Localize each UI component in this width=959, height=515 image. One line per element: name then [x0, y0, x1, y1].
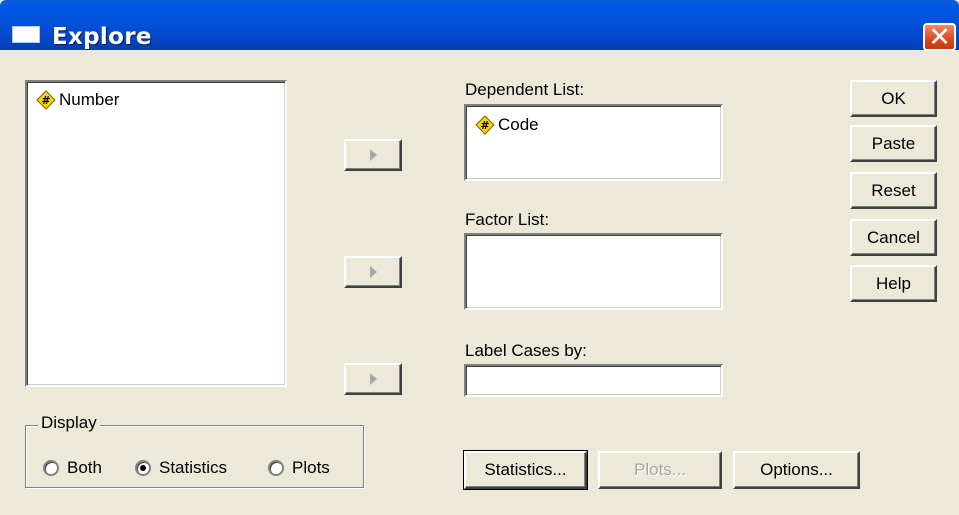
svg-text:#: #: [480, 119, 489, 132]
arrow-right-icon: [370, 266, 377, 278]
display-groupbox: [25, 425, 364, 488]
window-icon: [12, 26, 40, 43]
arrow-right-icon: [370, 373, 377, 385]
radio-label: Statistics: [159, 458, 228, 477]
list-item[interactable]: # Number: [36, 90, 119, 110]
display-group-title: Display: [38, 413, 100, 433]
plots-button[interactable]: Plots...: [598, 451, 722, 489]
help-button[interactable]: Help: [850, 265, 937, 302]
variable-label: Number: [59, 90, 120, 109]
ok-button[interactable]: OK: [850, 80, 937, 117]
label-cases-label: Label Cases by:: [465, 341, 587, 360]
numeric-variable-icon: #: [475, 115, 495, 135]
radio-both[interactable]: Both: [43, 458, 102, 478]
title-bar[interactable]: Explore ✕: [0, 0, 959, 53]
explore-dialog: Explore ✕ # Number Dependent List: # Cod…: [0, 0, 959, 515]
move-to-label-cases-button[interactable]: [344, 363, 402, 395]
radio-button[interactable]: [268, 460, 284, 476]
move-to-factor-button[interactable]: [344, 256, 402, 288]
statistics-button[interactable]: Statistics...: [463, 450, 588, 490]
list-item[interactable]: # Code: [475, 115, 539, 135]
radio-statistics[interactable]: Statistics: [135, 458, 227, 478]
paste-button[interactable]: Paste: [850, 125, 937, 162]
window-title: Explore: [52, 24, 152, 50]
factor-list-label: Factor List:: [465, 210, 550, 229]
radio-button[interactable]: [43, 460, 59, 476]
close-icon: ✕: [928, 22, 951, 53]
arrow-right-icon: [370, 149, 377, 161]
factor-list[interactable]: [464, 233, 723, 310]
reset-button[interactable]: Reset: [850, 172, 937, 209]
numeric-variable-icon: #: [36, 90, 56, 110]
radio-plots[interactable]: Plots: [268, 458, 330, 478]
radio-label: Both: [67, 458, 102, 477]
cancel-button[interactable]: Cancel: [850, 219, 937, 256]
variable-label: Code: [498, 115, 539, 134]
radio-button[interactable]: [135, 460, 151, 476]
svg-text:#: #: [41, 94, 50, 107]
radio-label: Plots: [292, 458, 330, 477]
dependent-list-label: Dependent List:: [465, 80, 585, 99]
source-variable-list[interactable]: # Number: [25, 80, 287, 387]
options-button[interactable]: Options...: [733, 451, 860, 489]
dependent-list[interactable]: # Code: [464, 104, 723, 181]
move-to-dependent-button[interactable]: [344, 139, 402, 171]
close-button[interactable]: ✕: [923, 22, 956, 53]
label-cases-field[interactable]: [464, 364, 723, 397]
